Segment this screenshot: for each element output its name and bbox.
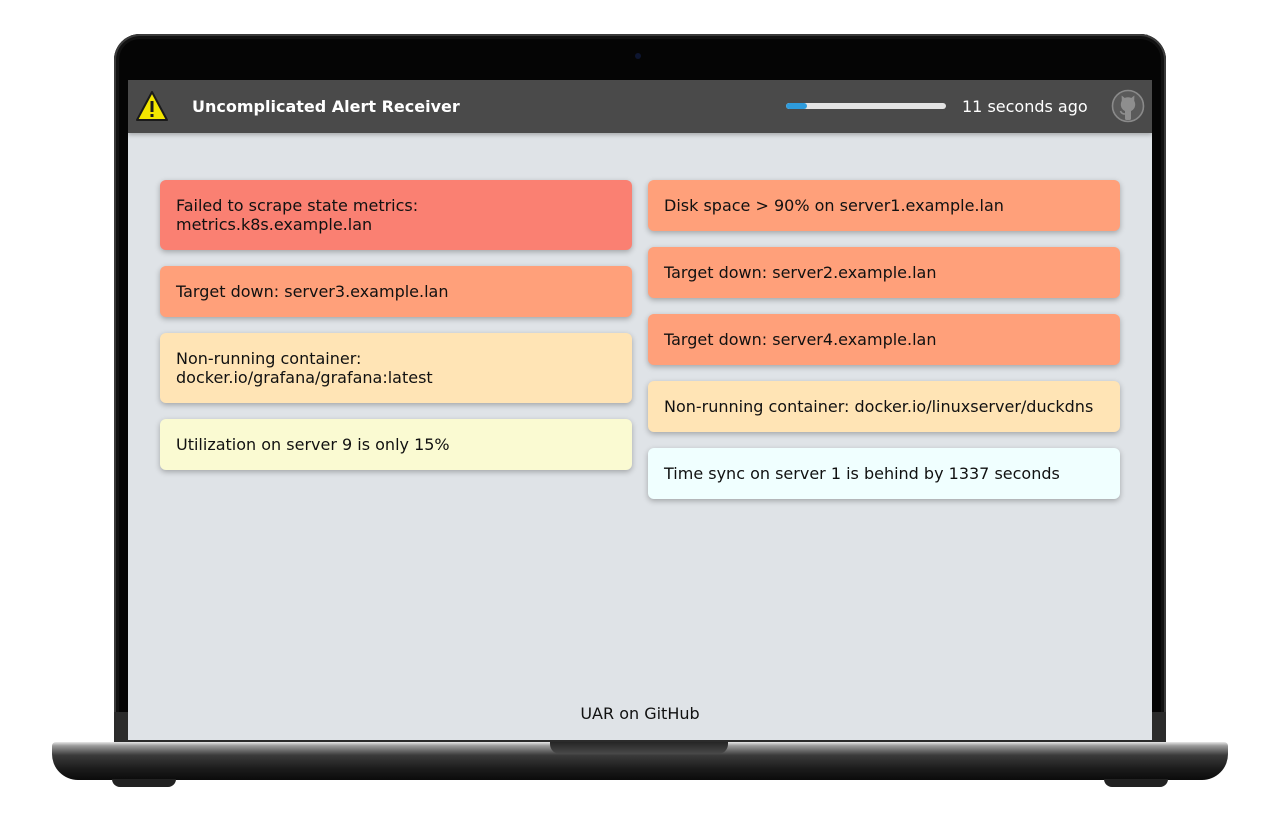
- alert-column-left: Failed to scrape state metrics: metrics.…: [160, 180, 632, 499]
- refresh-progress-fill: [786, 103, 807, 109]
- app-title: Uncomplicated Alert Receiver: [192, 97, 460, 116]
- alert-card[interactable]: Non-running container: docker.io/grafana…: [160, 333, 632, 403]
- alert-card[interactable]: Utilization on server 9 is only 15%: [160, 419, 632, 470]
- alert-card[interactable]: Non-running container: docker.io/linuxse…: [648, 381, 1120, 432]
- alert-columns: Failed to scrape state metrics: metrics.…: [160, 180, 1120, 499]
- laptop-foot-left: [112, 779, 176, 787]
- laptop-hinge-notch: [550, 742, 728, 754]
- alert-card[interactable]: Time sync on server 1 is behind by 1337 …: [648, 448, 1120, 499]
- camera-icon: [635, 53, 641, 59]
- last-updated-text: 11 seconds ago: [962, 97, 1088, 116]
- alert-card[interactable]: Disk space > 90% on server1.example.lan: [648, 180, 1120, 231]
- refresh-progress-bar: [786, 103, 946, 109]
- alert-card[interactable]: Failed to scrape state metrics: metrics.…: [160, 180, 632, 250]
- github-footer-link[interactable]: UAR on GitHub: [128, 704, 1152, 723]
- github-icon[interactable]: [1111, 89, 1145, 123]
- alert-card[interactable]: Target down: server2.example.lan: [648, 247, 1120, 298]
- warning-triangle-icon: [136, 91, 168, 121]
- laptop-foot-right: [1104, 779, 1168, 787]
- app-screen: Uncomplicated Alert Receiver 11 seconds …: [128, 80, 1152, 740]
- alert-card[interactable]: Target down: server4.example.lan: [648, 314, 1120, 365]
- top-bar: Uncomplicated Alert Receiver 11 seconds …: [128, 80, 1152, 133]
- alert-card[interactable]: Target down: server3.example.lan: [160, 266, 632, 317]
- alert-column-right: Disk space > 90% on server1.example.lan T…: [648, 180, 1120, 499]
